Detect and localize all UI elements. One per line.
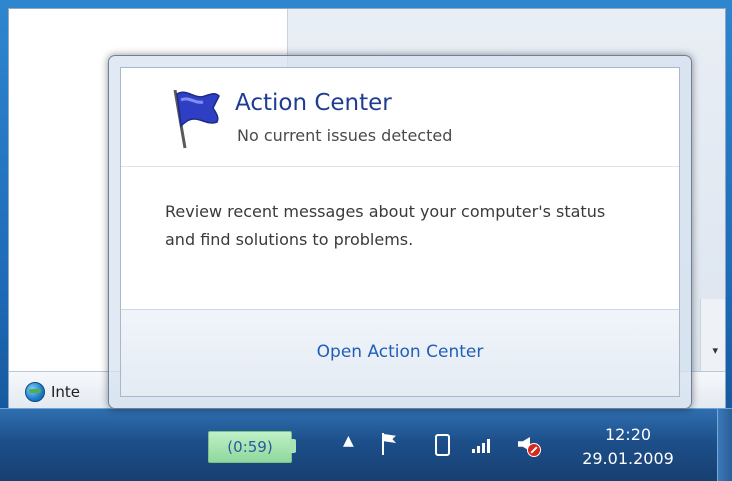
- battery-indicator[interactable]: (0:59): [208, 431, 292, 463]
- flag-icon: [173, 89, 220, 149]
- popup-footer: Open Action Center: [121, 309, 679, 396]
- signal-bars-icon[interactable]: [470, 429, 496, 459]
- popup-title: Action Center: [235, 90, 392, 116]
- internet-zone-label: Inte: [51, 383, 81, 401]
- flag-icon[interactable]: [376, 429, 402, 459]
- scrollbar[interactable]: [700, 299, 725, 371]
- chevron-up-icon[interactable]: ▲: [343, 433, 354, 449]
- popup-content: Action Center No current issues detected…: [120, 67, 680, 397]
- scroll-down-arrow-icon[interactable]: ▾: [712, 344, 718, 357]
- taskbar: (0:59) ▲ 12:20 29.01.2009: [0, 408, 732, 481]
- phone-icon[interactable]: [428, 429, 454, 459]
- popup-header: Action Center No current issues detected: [121, 68, 679, 167]
- battery-time: (0:59): [227, 438, 273, 456]
- popup-subtitle: No current issues detected: [237, 126, 453, 145]
- battery-tip: [290, 439, 296, 453]
- internet-zone-item[interactable]: Inte: [25, 382, 80, 402]
- action-center-popup: Action Center No current issues detected…: [108, 55, 692, 409]
- clock-time: 12:20: [604, 425, 652, 444]
- clock-date: 29.01.2009: [582, 449, 674, 468]
- speaker-muted-icon[interactable]: [514, 429, 541, 459]
- popup-description: Review recent messages about your comput…: [165, 202, 606, 249]
- internet-explorer-icon: [25, 382, 45, 402]
- show-desktop-button[interactable]: [717, 409, 732, 481]
- open-action-center-link[interactable]: Open Action Center: [121, 342, 679, 362]
- taskbar-clock[interactable]: 12:20 29.01.2009: [568, 423, 688, 471]
